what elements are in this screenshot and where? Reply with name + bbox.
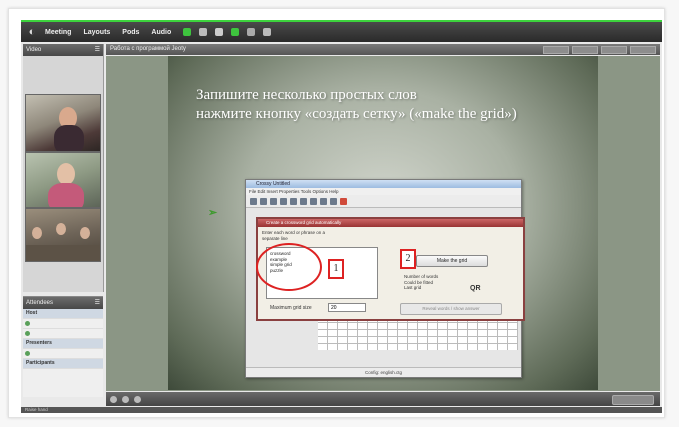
presentation-slide: Запишите несколько простых слов нажмите … (168, 56, 598, 390)
status-bar: Raise hand (21, 407, 662, 413)
attendee-group-presenters[interactable]: Presenters (23, 339, 103, 349)
crossword-app-menu: File Edit Insert Properties Tools Option… (246, 188, 521, 195)
video-feed-2[interactable] (25, 152, 101, 208)
print-icon[interactable] (280, 197, 287, 205)
crossword-app-title: Crossy Untitled (246, 180, 521, 188)
next-slide-icon[interactable] (122, 395, 129, 403)
max-grid-size-input[interactable]: 20 (328, 303, 366, 312)
previous-slide-icon[interactable] (110, 395, 117, 403)
share-pod-title: Работа с программой Jeoty (110, 46, 186, 52)
pod-menu-icon[interactable]: ☰ (95, 297, 100, 309)
crossword-app-window: Crossy Untitled File Edit Insert Propert… (245, 179, 525, 378)
video-feed-3[interactable] (25, 208, 101, 262)
share-pod-controls (543, 46, 656, 54)
raise-hand-icon[interactable] (263, 28, 272, 36)
save-icon[interactable] (270, 197, 277, 205)
annotation-circle (256, 243, 322, 291)
speaker-icon[interactable] (199, 28, 208, 36)
create-grid-dialog: Create a crossword grid automatically En… (256, 217, 525, 321)
share-control-button[interactable] (572, 46, 598, 54)
share-icon[interactable] (247, 28, 256, 36)
participant-face-3a (32, 227, 42, 239)
help-icon[interactable] (340, 197, 347, 205)
slide-title-line-1: Запишите несколько простых слов (196, 87, 417, 103)
crossword-app-status: Config: english.ctg (246, 367, 521, 377)
participant-face-3c (80, 227, 90, 239)
video-feed-1[interactable] (25, 94, 101, 152)
step-marker-2: 2 (400, 249, 416, 269)
paste-icon[interactable] (310, 197, 317, 205)
attendee-row[interactable] (23, 329, 103, 339)
video-pod-title: Video (26, 47, 42, 53)
slide-title: Запишите несколько простых слов нажмите … (196, 86, 596, 124)
user-icon (25, 351, 30, 356)
crossword-app-toolbar (246, 195, 521, 208)
open-file-icon[interactable] (260, 197, 267, 205)
status-text: Raise hand (25, 407, 48, 412)
grid-result-label: QR (470, 285, 481, 292)
slide-title-line-2: нажмите кнопку «создать сетку» («make th… (196, 106, 517, 122)
participant-body-2 (48, 183, 84, 207)
attendee-group-label: Host (26, 310, 38, 316)
share-pod-stage: Запишите несколько простых слов нажмите … (106, 56, 660, 391)
video-pod: Video ☰ (23, 44, 104, 292)
step-marker-1: 1 (328, 259, 344, 279)
copy-icon[interactable] (300, 197, 307, 205)
share-control-button[interactable] (630, 46, 656, 54)
participant-body-1 (54, 125, 84, 151)
attendees-pod: Attendees ☰ Host Presenters Participants (23, 296, 103, 397)
grid-icon[interactable] (330, 197, 337, 205)
menu-audio[interactable]: Audio (151, 29, 171, 36)
attendee-group-participants[interactable]: Participants (23, 359, 103, 369)
pod-menu-icon[interactable]: ☰ (95, 44, 100, 56)
pointer-icon: ➢ (208, 207, 218, 219)
attendee-group-label: Presenters (26, 340, 52, 346)
share-pod-footer (106, 392, 660, 406)
sync-icon[interactable] (134, 395, 141, 403)
attendee-group-label: Participants (26, 360, 55, 366)
undo-icon[interactable] (320, 197, 327, 205)
attendee-row[interactable] (23, 319, 103, 329)
user-icon (25, 321, 30, 326)
participant-face-3b (56, 223, 66, 235)
share-control-button[interactable] (601, 46, 627, 54)
user-icon (25, 331, 30, 336)
menu-meeting[interactable]: Meeting (45, 29, 71, 36)
webcam-status-icon[interactable] (231, 28, 240, 36)
attendee-group-host[interactable]: Host (23, 309, 103, 319)
attendee-row[interactable] (23, 349, 103, 359)
video-pod-header: Video ☰ (23, 44, 103, 56)
max-grid-size-label: Maximum grid size (270, 305, 312, 311)
app-logo-icon: ◐ (28, 26, 36, 38)
adobe-connect-window: ◐ Meeting Layouts Pods Audio Video ☰ Att… (21, 20, 662, 413)
menu-pods[interactable]: Pods (122, 29, 139, 36)
cut-icon[interactable] (290, 197, 297, 205)
make-grid-button[interactable]: Make the grid (416, 255, 488, 267)
share-control-button[interactable] (543, 46, 569, 54)
reveal-button[interactable]: Reveal words / show answer (400, 303, 502, 315)
menu-layouts[interactable]: Layouts (83, 29, 110, 36)
camera-icon[interactable] (215, 28, 224, 36)
new-file-icon[interactable] (250, 197, 257, 205)
microphone-status-icon[interactable] (183, 28, 192, 36)
fullscreen-button[interactable] (612, 395, 654, 405)
menu-bar: ◐ Meeting Layouts Pods Audio (21, 22, 662, 42)
dialog-title: Create a crossword grid automatically (258, 219, 523, 227)
classroom-desks (26, 245, 100, 261)
attendees-pod-title: Attendees (26, 300, 54, 306)
share-pod-header: Работа с программой Jeoty (106, 44, 660, 55)
participant-face-2 (57, 163, 75, 185)
attendees-pod-header: Attendees ☰ (23, 297, 103, 309)
dialog-instructions: Enter each word or phrase on a separate … (262, 230, 326, 241)
